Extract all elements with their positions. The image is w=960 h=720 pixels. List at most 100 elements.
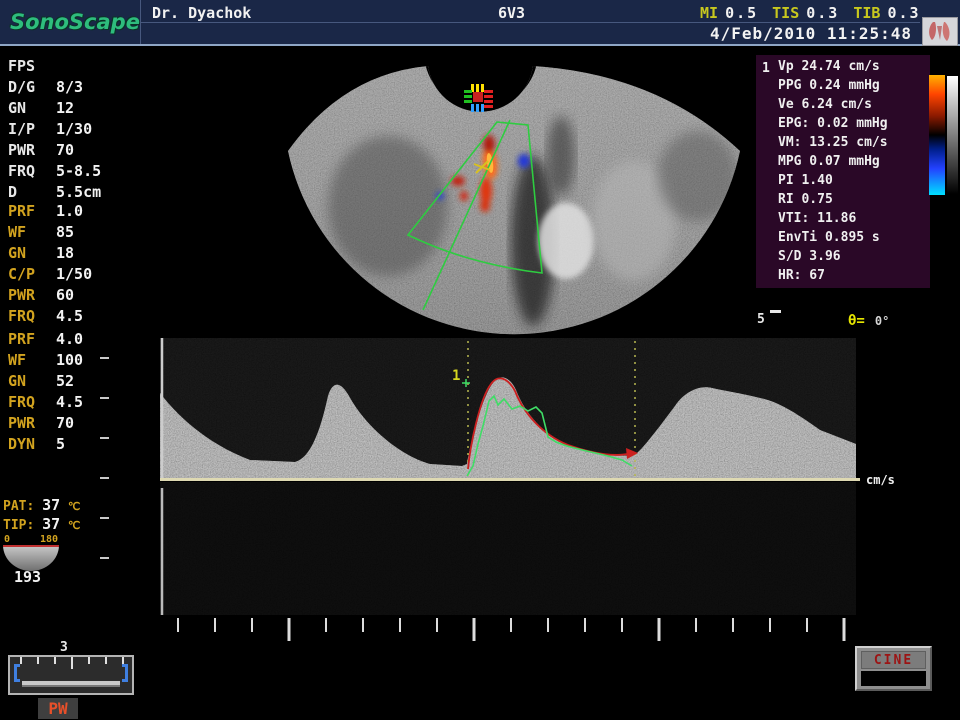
header-bar: SonoScape Dr. Dyachok 6V3 MI0.5TIS0.3TIB… [0,0,960,46]
measurement-rows: Vp 24.74 cm/sPPG 0.24 mmHgVe 6.24 cm/sEP… [778,59,930,287]
ultrasound-screen: SonoScape Dr. Dyachok 6V3 MI0.5TIS0.3TIB… [0,0,960,720]
parameter-label: GN [8,372,56,393]
angle-correction-readout: θ=0° [848,313,889,329]
parameter-row: GN12 [8,99,158,120]
parameter-label: FRQ [8,307,56,328]
parameter-value: 1/50 [56,265,92,286]
parameter-value: 85 [56,223,74,244]
parameter-value: 4.5 [56,393,83,414]
index-label: TIB [853,4,880,22]
parameter-label: PRF [8,202,56,223]
index-label: MI [700,4,718,22]
depth-scale-tick [770,310,781,313]
ruler-tick [37,657,39,664]
measurement-row: Vp 24.74 cm/s [778,59,930,78]
measurement-row: Ve 6.24 cm/s [778,97,930,116]
parameter-label: PWR [8,286,56,307]
parameter-label: PRF [8,330,56,351]
cine-button[interactable]: CINE [855,646,932,691]
parameter-value: 70 [56,141,74,162]
measurement-row: RI 0.75 [778,192,930,211]
ruler-tick [88,657,90,664]
gauge-max-label: 180 [40,534,58,545]
parameter-label: FRQ [8,393,56,414]
measurement-row: HR: 67 [778,268,930,287]
parameter-row: PWR60 [8,286,158,307]
parameter-label: GN [8,99,56,120]
measurement-row: EnvTi 0.895 s [778,230,930,249]
measurement-row: VTI: 11.86 [778,211,930,230]
parameter-label: D [8,183,56,204]
parameter-value: 12 [56,99,74,120]
tgc-dash [100,437,109,439]
measurement-row: MPG 0.07 mmHg [778,154,930,173]
hyperechoic-structure [538,203,594,279]
parameter-value: 1.0 [56,202,83,223]
range-bracket-left[interactable] [14,664,20,682]
frame-number: 193 [14,568,41,586]
parameter-row: GN18 [8,244,158,265]
parameter-row: PRF4.0 [8,330,158,351]
color-doppler-colorbar [929,75,945,195]
parameter-row: WF100 [8,351,158,372]
parameter-row: FRQ5-8.5 [8,162,158,183]
parameter-row: WF85 [8,223,158,244]
parameter-label: GN [8,244,56,265]
color-mode-parameters: PRF1.0WF85GN18C/P1/50PWR60FRQ4.5 [8,202,158,328]
parameter-row: C/P1/50 [8,265,158,286]
index-value: 0.3 [806,4,839,22]
theta-value: 0° [875,314,889,328]
parameter-label: FRQ [8,162,56,183]
index-value: 0.3 [887,4,920,22]
measurement-row: S/D 3.96 [778,249,930,268]
patient-temp-readout: PAT: 37 ℃ [3,496,80,514]
parameter-row: D5.5cm [8,183,158,204]
grayscale-bar [947,76,958,194]
cine-button-label[interactable]: CINE [861,651,926,669]
body-marker-thumbnail[interactable] [922,17,958,46]
ruler-tick [20,657,22,664]
b-mode-parameters: FPSD/G8/3GN12I/P1/30PWR70FRQ5-8.5D5.5cm [8,57,158,204]
probe-model: 6V3 [498,4,525,22]
measurement-row: VM: 13.25 cm/s [778,135,930,154]
datetime-display: 4/Feb/2010 11:25:48 [540,24,912,43]
measurement-row: EPG: 0.02 mmHg [778,116,930,135]
parameter-value: 100 [56,351,83,372]
parameter-row: PWR70 [8,414,158,435]
header-divider-horizontal [140,22,920,23]
parameter-label: DYN [8,435,56,456]
doppler-baseline [160,478,860,481]
measurement-row: PI 1.40 [778,173,930,192]
parameter-label: PWR [8,414,56,435]
depth-scale-marker: 5 [757,312,765,327]
beat-marker-label: 1 [452,368,460,384]
parameter-row: D/G8/3 [8,78,158,99]
measurement-row: PPG 0.24 mmHg [778,78,930,97]
sweep-strip [160,482,856,642]
parameter-value: 4.5 [56,307,83,328]
parameter-value: 60 [56,286,74,307]
range-bracket-right[interactable] [122,664,128,682]
ruler-tick [54,657,56,664]
parameter-value: 1/30 [56,120,92,141]
cine-position-bar[interactable] [22,681,120,687]
ruler-tick [122,657,124,664]
tgc-dash [100,517,109,519]
index-label: TIS [772,4,799,22]
parameter-row: I/P1/30 [8,120,158,141]
acoustic-indices: MI0.5TIS0.3TIB0.3 [686,4,921,22]
tgc-dash [100,477,109,479]
parameter-label: FPS [8,57,56,78]
sonoscape-logo: SonoScape [10,10,135,36]
parameter-row: PWR70 [8,141,158,162]
pat-label: PAT: [3,499,34,514]
cine-scrollbar[interactable] [8,655,134,695]
parameter-value: 8/3 [56,78,83,99]
measurement-index: 1 [762,61,770,76]
parameter-row: DYN5 [8,435,158,456]
active-mode-badge[interactable]: PW [38,698,78,719]
ruler-tick [71,657,73,669]
cine-ruler-ticks [10,657,132,671]
parameter-value: 52 [56,372,74,393]
doctor-name: Dr. Dyachok [152,4,251,22]
